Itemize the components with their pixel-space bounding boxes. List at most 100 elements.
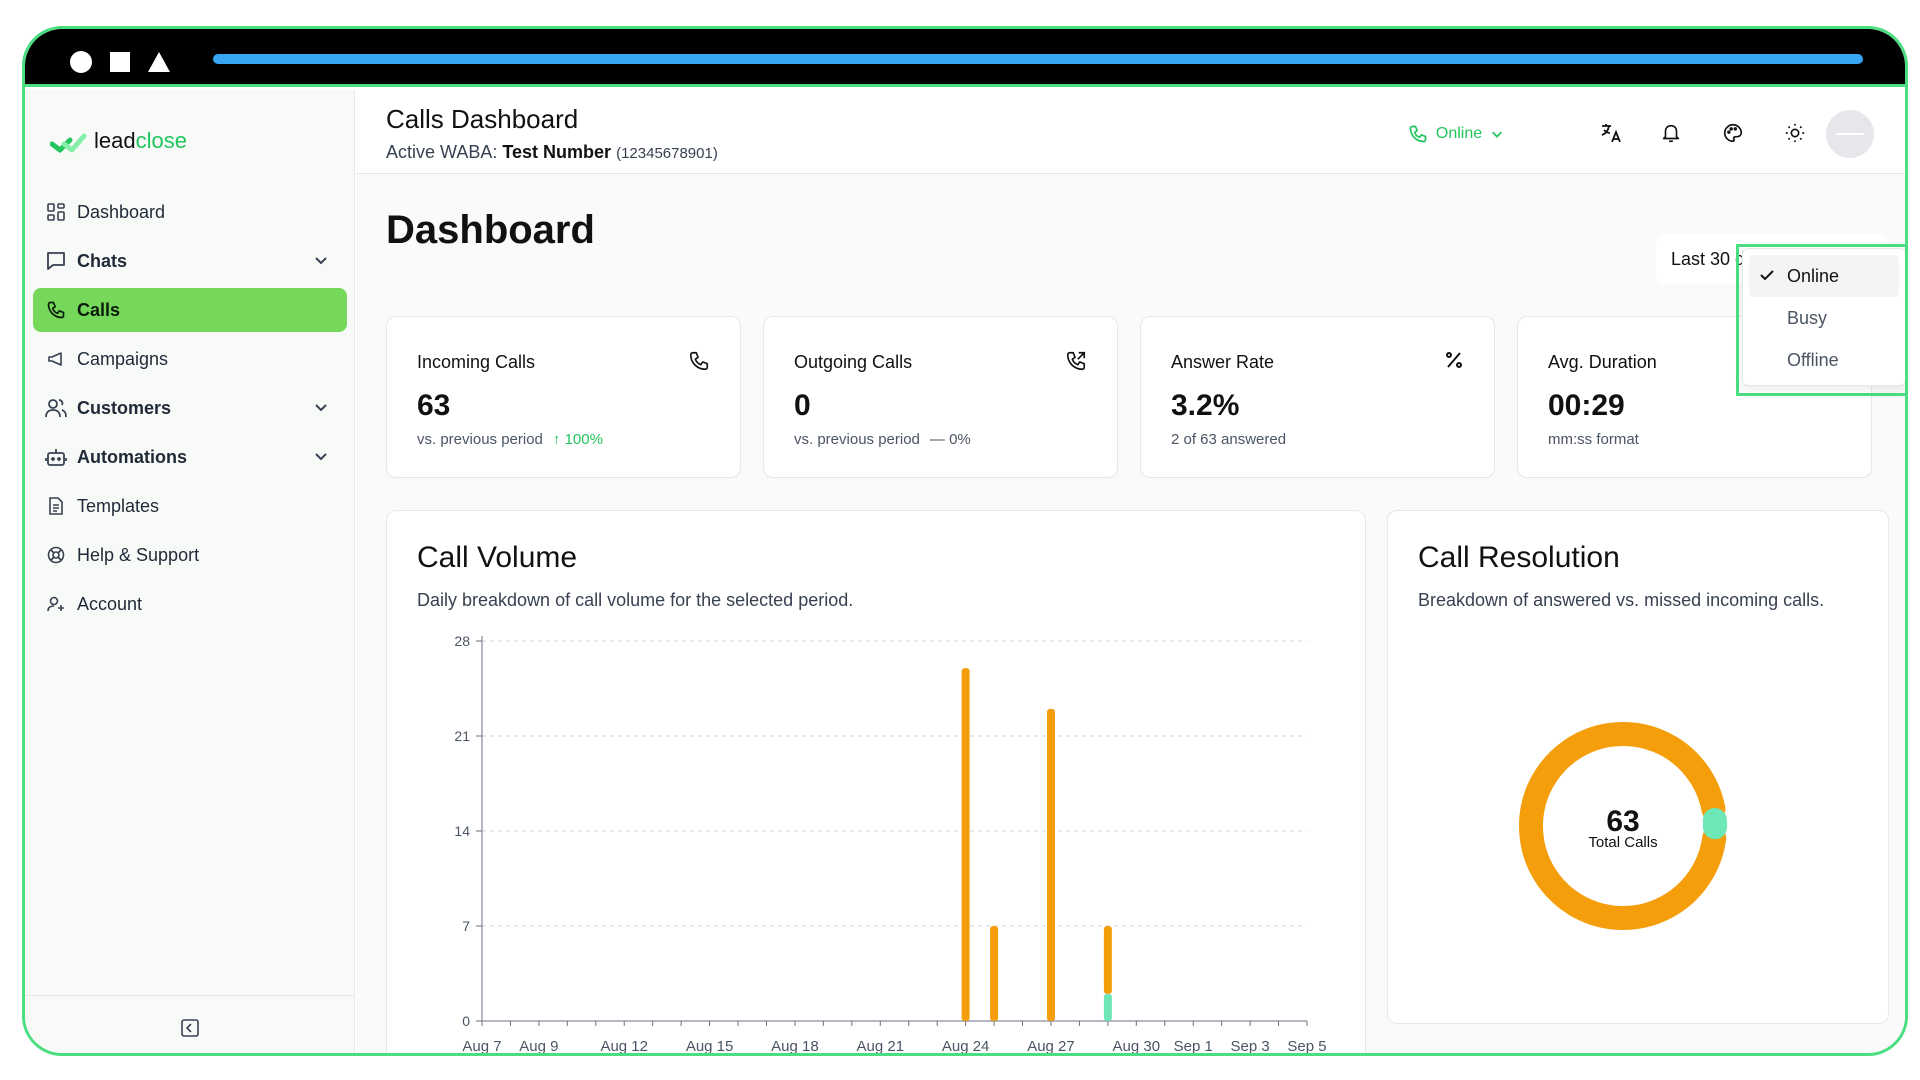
- sidebar-item-label: Customers: [77, 397, 172, 418]
- account-icon: [45, 593, 67, 615]
- phone-icon: [689, 351, 709, 371]
- x-tick-label: Aug 7: [462, 1038, 501, 1055]
- y-tick-label: 0: [462, 1013, 470, 1029]
- avatar[interactable]: [1826, 110, 1874, 158]
- sidebar-item-campaigns[interactable]: Campaigns: [33, 337, 347, 381]
- x-tick-label: Aug 9: [519, 1038, 558, 1055]
- bar-answered: [1103, 993, 1112, 1021]
- sidebar-item-label: Chats: [77, 250, 128, 271]
- lifebuoy-icon: [45, 544, 67, 566]
- status-dropdown-button[interactable]: Online: [1388, 110, 1524, 158]
- bar-missed: [1046, 708, 1055, 1021]
- waba-number: (12345678901): [616, 145, 718, 162]
- x-tick-label: Aug 27: [1027, 1038, 1075, 1055]
- chevron-down-icon[interactable]: [313, 252, 329, 268]
- phone-icon: [45, 299, 67, 321]
- sidebar-item-chats[interactable]: Chats: [33, 239, 347, 283]
- triangle-icon: [148, 52, 170, 72]
- address-bar[interactable]: [213, 54, 1863, 64]
- page-header: Calls Dashboard Active WABA: Test Number…: [356, 90, 1905, 174]
- sidebar-item-automations[interactable]: Automations: [33, 435, 347, 479]
- square-icon: [110, 52, 130, 72]
- chat-icon: [45, 250, 67, 272]
- phone-outgoing-icon: [1066, 351, 1086, 371]
- call-volume-subtitle: Daily breakdown of call volume for the s…: [417, 590, 854, 610]
- phone-icon: [1409, 125, 1427, 143]
- sun-icon[interactable]: [1780, 118, 1810, 148]
- megaphone-icon: [45, 348, 67, 370]
- sidebar-item-account[interactable]: Account: [33, 582, 347, 626]
- sidebar-item-label: Campaigns: [77, 348, 169, 369]
- sidebar-item-label: Dashboard: [77, 201, 166, 222]
- circle-icon: [70, 51, 92, 73]
- palette-icon[interactable]: [1718, 118, 1748, 148]
- stat-label: Answer Rate: [1171, 352, 1275, 372]
- bell-icon[interactable]: [1656, 118, 1686, 148]
- x-tick-label: Aug 15: [686, 1038, 734, 1055]
- check-icon: [1760, 270, 1774, 281]
- file-icon: [45, 495, 67, 517]
- stat-sub: vs. previous period: [417, 431, 543, 448]
- x-tick-label: Sep 5: [1287, 1038, 1326, 1055]
- brand-logo[interactable]: leadclose: [50, 128, 187, 154]
- avatar-placeholder-icon: [1836, 133, 1864, 135]
- dashboard-icon: [45, 201, 67, 223]
- y-tick-label: 7: [462, 918, 470, 934]
- collapse-sidebar-icon[interactable]: [180, 1018, 200, 1038]
- call-resolution-donut: 63 Total Calls: [1519, 722, 1727, 930]
- users-icon: [45, 397, 67, 419]
- sidebar-item-customers[interactable]: Customers: [33, 386, 347, 430]
- stat-sub: mm:ss format: [1548, 431, 1639, 448]
- page-title: Calls Dashboard: [386, 104, 579, 134]
- stat-label: Incoming Calls: [417, 352, 536, 372]
- main-content: Calls Dashboard Active WABA: Test Number…: [356, 90, 1905, 1055]
- sidebar: leadclose Dashboard Chats Calls Campaign…: [25, 90, 355, 1053]
- stat-card-outgoing-calls: Outgoing Calls 0 vs. previous period — 0…: [763, 316, 1118, 478]
- y-tick-label: 21: [454, 728, 470, 744]
- call-resolution-panel: Call Resolution Breakdown of answered vs…: [1387, 510, 1889, 1024]
- status-option-online[interactable]: Online: [1749, 255, 1899, 297]
- sidebar-item-label: Account: [77, 593, 143, 614]
- stat-value: 00:29: [1548, 389, 1625, 422]
- stat-label: Avg. Duration: [1548, 352, 1657, 372]
- stat-value: 3.2%: [1171, 389, 1240, 422]
- waba-name: Test Number: [502, 142, 612, 162]
- y-tick-label: 28: [454, 633, 470, 649]
- sidebar-footer: [25, 995, 354, 1053]
- x-tick-label: Aug 21: [857, 1038, 905, 1055]
- active-waba: Active WABA: Test Number (12345678901): [386, 142, 718, 162]
- x-tick-label: Sep 1: [1174, 1038, 1213, 1055]
- sidebar-item-label: Calls: [77, 299, 121, 320]
- stat-trend: — 0%: [929, 431, 971, 448]
- stat-trend: ↑ 100%: [552, 431, 603, 448]
- x-tick-label: Aug 30: [1113, 1038, 1161, 1055]
- window-top-bar: [25, 29, 1905, 87]
- call-volume-title: Call Volume: [417, 541, 578, 574]
- sidebar-item-help-support[interactable]: Help & Support: [33, 533, 347, 577]
- sidebar-item-label: Automations: [77, 446, 187, 467]
- x-tick-label: Sep 3: [1231, 1038, 1270, 1055]
- call-resolution-subtitle: Breakdown of answered vs. missed incomin…: [1418, 590, 1825, 610]
- sidebar-item-label: Help & Support: [77, 544, 200, 565]
- sidebar-item-label: Templates: [77, 495, 160, 516]
- chevron-down-icon[interactable]: [313, 399, 329, 415]
- x-tick-label: Aug 18: [771, 1038, 819, 1055]
- call-volume-chart: 0 7 14 21 28 Aug 7 Aug 9 Aug 12 Aug 15 Aug 18 Aug …: [454, 633, 1326, 1055]
- x-tick-label: Aug 12: [600, 1038, 648, 1055]
- stat-value: 0: [794, 389, 811, 422]
- sidebar-item-dashboard[interactable]: Dashboard: [33, 190, 347, 234]
- status-label: Online: [1435, 125, 1483, 142]
- stat-card-incoming-calls: Incoming Calls 63 vs. previous period ↑ …: [386, 316, 741, 478]
- sidebar-item-calls[interactable]: Calls: [33, 288, 347, 332]
- chevron-down-icon[interactable]: [313, 448, 329, 464]
- call-volume-panel: Call Volume Daily breakdown of call volu…: [386, 510, 1366, 1055]
- percent-icon: [1446, 352, 1462, 368]
- bar-missed: [961, 668, 970, 1021]
- call-resolution-title: Call Resolution: [1418, 541, 1620, 574]
- sidebar-item-templates[interactable]: Templates: [33, 484, 347, 528]
- status-option-offline[interactable]: Offline: [1749, 339, 1899, 381]
- status-option-busy[interactable]: Busy: [1749, 297, 1899, 339]
- translate-icon[interactable]: [1596, 118, 1626, 148]
- stat-value: 63: [417, 389, 451, 422]
- chevron-down-icon: [1492, 131, 1503, 138]
